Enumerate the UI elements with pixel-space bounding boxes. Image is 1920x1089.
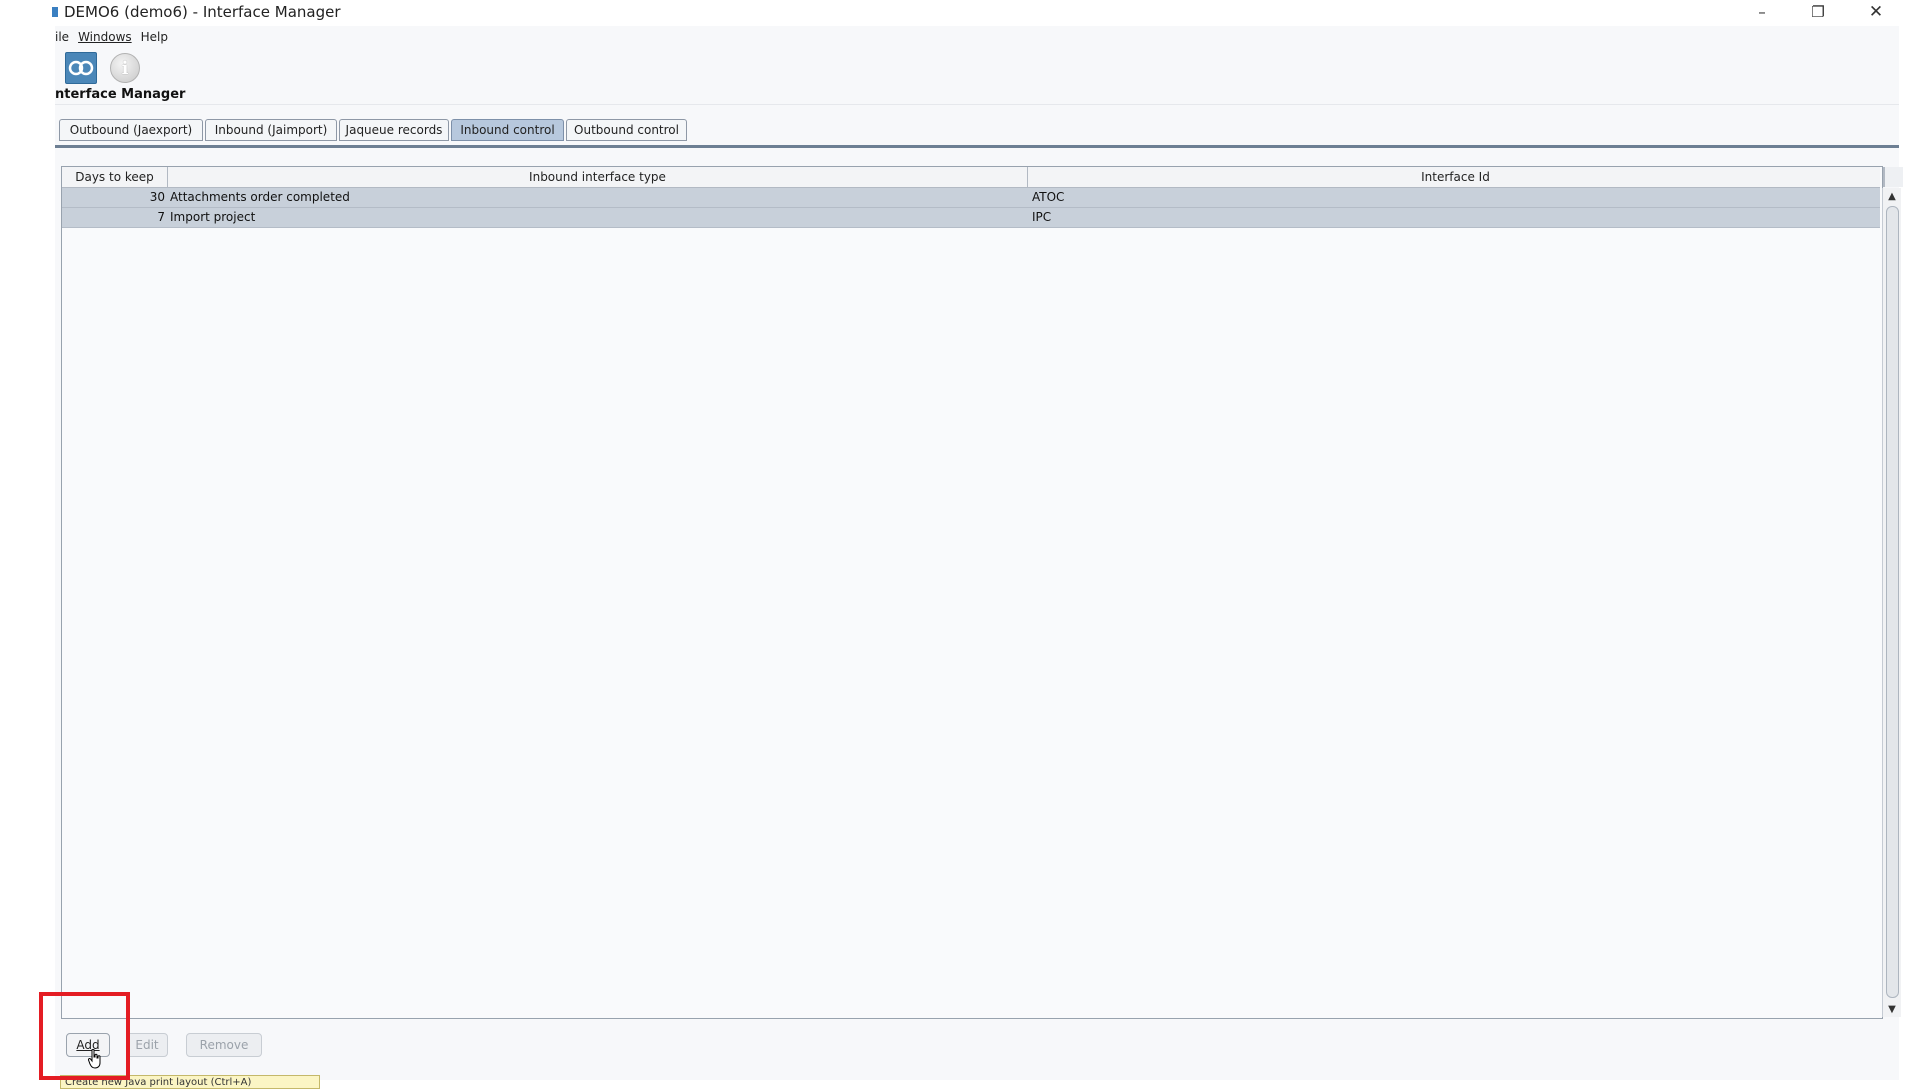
add-button-tooltip: Create new Java print layout (Ctrl+A) <box>60 1075 320 1089</box>
app-icon <box>52 7 58 17</box>
table-header: Days to keep Inbound interface type Inte… <box>62 167 1884 188</box>
close-button[interactable]: ✕ <box>1856 0 1896 24</box>
inbound-control-panel: Days to keep Inbound interface type Inte… <box>55 148 1903 1080</box>
button-bar: Add Edit Remove <box>61 1033 461 1063</box>
menu-file[interactable]: ile <box>55 30 69 44</box>
program-logo-icon[interactable] <box>65 52 97 84</box>
panel-title: nterface Manager <box>55 86 1899 105</box>
cell-interface-id: ATOC <box>1032 190 1065 204</box>
minimize-button[interactable]: – <box>1742 0 1782 24</box>
tab-jaqueue-records[interactable]: Jaqueue records <box>339 119 449 141</box>
scroll-thumb[interactable] <box>1886 206 1899 998</box>
info-icon[interactable]: i <box>110 53 140 83</box>
tab-inbound-jaimport[interactable]: Inbound (Jaimport) <box>205 119 337 141</box>
tab-outbound-jaexport[interactable]: Outbound (Jaexport) <box>59 119 203 141</box>
menu-windows[interactable]: Windows <box>78 30 132 44</box>
menu-bar: ile Windows Help <box>55 26 1899 48</box>
cell-days-to-keep: 7 <box>157 210 165 224</box>
cell-interface-id: IPC <box>1032 210 1052 224</box>
remove-button[interactable]: Remove <box>186 1033 262 1057</box>
cell-days-to-keep: 30 <box>149 190 165 204</box>
column-header-interface-id[interactable]: Interface Id <box>1028 167 1884 187</box>
menu-help[interactable]: Help <box>141 30 168 44</box>
tab-strip: Outbound (Jaexport) Inbound (Jaimport) J… <box>55 105 1899 148</box>
inbound-control-table: Days to keep Inbound interface type Inte… <box>61 166 1903 1019</box>
title-bar: DEMO6 (demo6) - Interface Manager <box>0 0 1920 24</box>
tab-inbound-control[interactable]: Inbound control <box>451 119 564 141</box>
scroll-up-icon[interactable]: ▲ <box>1883 188 1901 204</box>
scroll-down-icon[interactable]: ▼ <box>1883 1001 1901 1017</box>
tab-outbound-control[interactable]: Outbound control <box>566 119 687 141</box>
cell-inbound-interface-type: Attachments order completed <box>170 190 350 204</box>
toolbar: i <box>55 48 1899 87</box>
column-header-inbound-interface-type[interactable]: Inbound interface type <box>168 167 1028 187</box>
vertical-scrollbar[interactable]: ▲ ▼ <box>1882 188 1901 1017</box>
table-corner <box>1884 167 1903 187</box>
window-title: DEMO6 (demo6) - Interface Manager <box>64 3 341 21</box>
program-logo-icon-graphic <box>68 60 94 76</box>
table-row[interactable]: 7 Import project IPC <box>62 208 1880 228</box>
edit-button[interactable]: Edit <box>126 1033 168 1057</box>
cell-inbound-interface-type: Import project <box>170 210 256 224</box>
table-row[interactable]: 30 Attachments order completed ATOC <box>62 188 1880 208</box>
column-header-days-to-keep[interactable]: Days to keep <box>62 167 168 187</box>
restore-button[interactable]: ❐ <box>1798 0 1838 24</box>
mouse-pointer-icon <box>88 1049 101 1069</box>
